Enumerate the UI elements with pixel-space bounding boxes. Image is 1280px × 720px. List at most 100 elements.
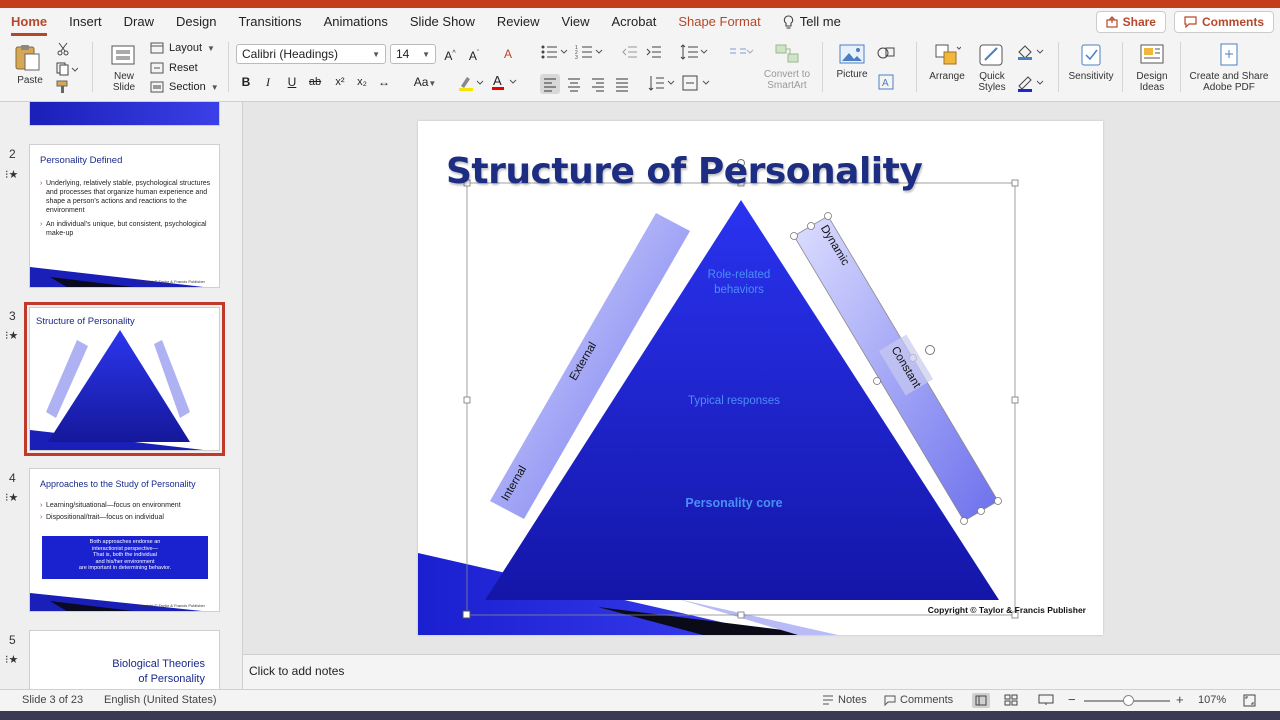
zoom-out-button[interactable]: −: [1068, 693, 1076, 706]
font-name-dropdown[interactable]: Calibri (Headings) ▼: [236, 44, 386, 64]
zoom-slider-thumb[interactable]: [1123, 695, 1134, 706]
role-related-label-line2: behaviors: [714, 284, 764, 296]
shape-fill-button[interactable]: [1016, 44, 1046, 63]
zoom-slider-track[interactable]: [1084, 695, 1170, 706]
status-bar: Slide 3 of 23 English (United States) No…: [0, 689, 1280, 711]
cut-button[interactable]: [56, 42, 70, 59]
clear-formatting-button[interactable]: A: [498, 44, 518, 64]
tab-shape-format[interactable]: Shape Format: [667, 8, 771, 36]
tab-draw[interactable]: Draw: [113, 8, 165, 36]
quick-styles-button[interactable]: Quick Styles: [972, 42, 1012, 93]
scissors-icon: [57, 42, 69, 56]
comments-toggle[interactable]: Comments: [884, 694, 953, 706]
thumbnail-title-line: of Personality: [138, 673, 205, 685]
slide-thumbnail-2[interactable]: Personality Defined Underlying, relative…: [29, 144, 220, 288]
ribbon-separator: [1122, 42, 1123, 92]
slide-number: 2: [9, 147, 16, 161]
italic-button[interactable]: I: [258, 72, 278, 92]
align-left-button[interactable]: [540, 74, 560, 94]
zoom-level[interactable]: 107%: [1198, 694, 1226, 706]
slide-3[interactable]: Role-related behaviors Typical responses…: [418, 121, 1103, 635]
bold-button[interactable]: B: [236, 72, 256, 92]
sensitivity-button[interactable]: Sensitivity: [1066, 42, 1116, 82]
reading-view-button[interactable]: [1038, 694, 1054, 709]
share-button[interactable]: Share: [1095, 11, 1166, 33]
tab-insert[interactable]: Insert: [58, 8, 113, 36]
increase-indent-button[interactable]: [646, 44, 662, 63]
zoom-in-button[interactable]: +: [1176, 693, 1184, 706]
shape-outline-button[interactable]: [1016, 74, 1046, 95]
tab-animations[interactable]: Animations: [313, 8, 399, 36]
increase-font-size-button[interactable]: A^: [440, 44, 460, 64]
shapes-button[interactable]: [876, 44, 898, 65]
comments-button[interactable]: Comments: [1173, 11, 1274, 33]
justify-button[interactable]: [612, 74, 632, 97]
slide-thumbnail-pane[interactable]: 2 ⁝★ Personality Defined Underlying, rel…: [0, 102, 243, 689]
picture-button[interactable]: Picture: [832, 42, 872, 80]
text-direction-button[interactable]: [648, 74, 676, 95]
thumbnail-copyright: Copyright © Taylor & Francis Publisher: [136, 279, 205, 284]
typical-responses-label: Typical responses: [688, 395, 780, 407]
thumbnail-triangle-graphic: [30, 330, 204, 450]
tell-me-label: Tell me: [799, 14, 841, 29]
arrange-button[interactable]: Arrange: [926, 42, 968, 82]
align-center-button[interactable]: [564, 74, 584, 97]
notes-pane[interactable]: Click to add notes: [243, 654, 1280, 689]
slide-title[interactable]: Structure of Personality: [446, 151, 923, 192]
section-button[interactable]: Section ▼: [150, 81, 219, 93]
slide-thumbnail-5[interactable]: Biological Theories of Personality: [29, 630, 220, 689]
align-right-icon: [592, 78, 604, 92]
tab-transitions[interactable]: Transitions: [227, 8, 312, 36]
normal-view-button[interactable]: [972, 693, 990, 708]
create-share-pdf-button[interactable]: Create and Share Adobe PDF: [1186, 42, 1272, 93]
bar-rotate-handle[interactable]: [925, 345, 935, 355]
character-spacing-button[interactable]: ↔: [374, 72, 394, 92]
font-size-dropdown[interactable]: 14 ▼: [390, 44, 436, 64]
design-ideas-button[interactable]: Design Ideas: [1130, 42, 1174, 93]
reset-button[interactable]: Reset: [150, 62, 198, 74]
tell-me-search[interactable]: Tell me: [772, 8, 852, 36]
new-slide-button[interactable]: New Slide: [105, 42, 143, 93]
line-spacing-button[interactable]: [680, 44, 708, 63]
strikethrough-button[interactable]: ab: [305, 72, 325, 92]
decrease-font-size-button[interactable]: Aˇ: [464, 44, 484, 64]
align-text-button[interactable]: [682, 74, 712, 95]
change-case-button[interactable]: Aa▼: [410, 72, 440, 92]
section-label: Section: [169, 81, 206, 93]
tab-slide-show[interactable]: Slide Show: [399, 8, 486, 36]
notes-toggle[interactable]: Notes: [822, 694, 867, 706]
copy-button[interactable]: [56, 62, 79, 79]
decrease-indent-button[interactable]: [622, 44, 638, 63]
convert-smartart-button[interactable]: Convert to SmartArt: [762, 42, 812, 91]
slide-sorter-button[interactable]: [1004, 694, 1018, 709]
create-share-pdf-label: Create and Share Adobe PDF: [1189, 71, 1269, 93]
superscript-button[interactable]: x²: [330, 72, 350, 92]
tab-design[interactable]: Design: [165, 8, 227, 36]
selection-handle-active[interactable]: [462, 610, 471, 619]
columns-button[interactable]: [728, 44, 754, 63]
tab-view[interactable]: View: [551, 8, 601, 36]
highlight-button[interactable]: [458, 74, 484, 95]
tab-acrobat[interactable]: Acrobat: [601, 8, 668, 36]
layout-button[interactable]: Layout ▼: [150, 42, 215, 54]
language-indicator[interactable]: English (United States): [104, 694, 217, 706]
subscript-button[interactable]: x₂: [352, 72, 372, 92]
slide-thumbnail-1[interactable]: [29, 102, 220, 126]
ribbon-separator: [916, 42, 917, 92]
svg-text:3: 3: [575, 55, 578, 60]
notes-placeholder[interactable]: Click to add notes: [249, 664, 344, 678]
tab-home[interactable]: Home: [0, 8, 58, 36]
paste-button[interactable]: Paste: [12, 42, 48, 86]
format-painter-button[interactable]: [56, 80, 70, 97]
slide-thumbnail-3-selected[interactable]: Structure of Personality: [24, 302, 225, 456]
bullets-button[interactable]: [540, 44, 568, 63]
tab-review[interactable]: Review: [486, 8, 551, 36]
underline-button[interactable]: U: [282, 72, 302, 92]
font-color-button[interactable]: A: [490, 72, 518, 95]
text-box-button[interactable]: A: [878, 74, 894, 93]
fit-to-window-button[interactable]: [1243, 694, 1256, 710]
picture-label: Picture: [836, 69, 868, 80]
numbering-button[interactable]: 123: [575, 44, 603, 63]
align-right-button[interactable]: [588, 74, 608, 97]
slide-thumbnail-4[interactable]: Approaches to the Study of Personality L…: [29, 468, 220, 612]
